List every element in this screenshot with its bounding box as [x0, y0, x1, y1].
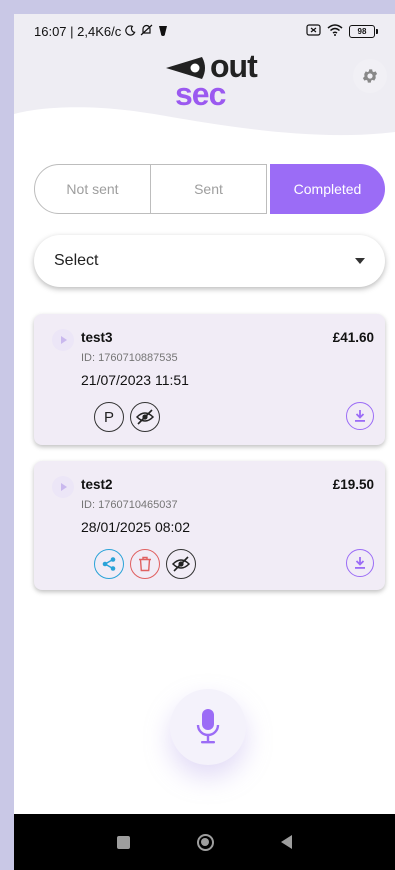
- status-left: 16:07 | 2,4K6/c: [34, 24, 169, 39]
- select-dropdown[interactable]: Select: [34, 235, 385, 287]
- share-icon: [102, 557, 116, 571]
- play-icon: [61, 336, 67, 344]
- recording-card[interactable]: test2 £19.50 ID: 1760710465037 28/01/202…: [34, 461, 385, 590]
- notification-off-icon: [140, 24, 153, 39]
- app-notification-icon: [157, 24, 169, 39]
- home-icon[interactable]: [196, 833, 214, 851]
- download-button[interactable]: [346, 549, 374, 577]
- sim-off-icon: [306, 23, 321, 39]
- status-bar: 16:07 | 2,4K6/c 98: [14, 14, 395, 48]
- settings-button[interactable]: [353, 59, 387, 93]
- card-title: test2: [81, 477, 113, 492]
- caret-down-icon: [355, 258, 365, 264]
- card-price: £19.50: [332, 477, 374, 492]
- eye-off-icon: [171, 556, 191, 572]
- status-right: 98: [306, 23, 378, 39]
- tab-not-sent[interactable]: Not sent: [34, 164, 151, 214]
- microphone-icon: [196, 709, 220, 744]
- card-id: ID: 1760710887535: [81, 352, 178, 364]
- hide-button[interactable]: [130, 402, 160, 432]
- download-icon: [355, 410, 365, 422]
- card-date: 28/01/2025 08:02: [81, 519, 190, 535]
- outsec-logo: out sec: [164, 48, 274, 118]
- app-screen: 16:07 | 2,4K6/c 98 out sec Not sent Sent…: [14, 14, 395, 870]
- card-id: ID: 1760710465037: [81, 499, 178, 511]
- hide-button[interactable]: [166, 549, 196, 579]
- card-date: 21/07/2023 11:51: [81, 372, 189, 388]
- card-actions: [94, 549, 196, 579]
- download-icon: [355, 557, 365, 569]
- system-nav-bar: [14, 814, 395, 870]
- play-button[interactable]: [52, 476, 74, 498]
- card-price: £41.60: [332, 330, 374, 345]
- eye-off-icon: [135, 409, 155, 425]
- battery-icon: 98: [349, 24, 378, 38]
- record-button[interactable]: [170, 689, 246, 765]
- play-button[interactable]: [52, 329, 74, 351]
- select-label: Select: [54, 252, 99, 269]
- status-time: 16:07 | 2,4K6/c: [34, 23, 122, 39]
- card-title: test3: [81, 330, 113, 345]
- card-actions: P: [94, 402, 160, 432]
- recents-icon[interactable]: [117, 835, 131, 849]
- status-tabs: Not sent Sent Completed: [34, 164, 385, 214]
- logo-text-sec: sec: [175, 76, 226, 112]
- download-button[interactable]: [346, 402, 374, 430]
- back-icon[interactable]: [280, 835, 292, 849]
- p-button[interactable]: P: [94, 402, 124, 432]
- moon-icon: [125, 24, 136, 39]
- recording-card[interactable]: test3 £41.60 ID: 1760710887535 21/07/202…: [34, 314, 385, 445]
- play-icon: [61, 483, 67, 491]
- share-button[interactable]: [94, 549, 124, 579]
- tab-completed[interactable]: Completed: [270, 164, 385, 214]
- delete-button[interactable]: [130, 549, 160, 579]
- trash-icon: [139, 556, 151, 572]
- wifi-icon: [327, 23, 343, 39]
- gear-icon: [362, 69, 378, 83]
- tab-sent[interactable]: Sent: [151, 164, 267, 214]
